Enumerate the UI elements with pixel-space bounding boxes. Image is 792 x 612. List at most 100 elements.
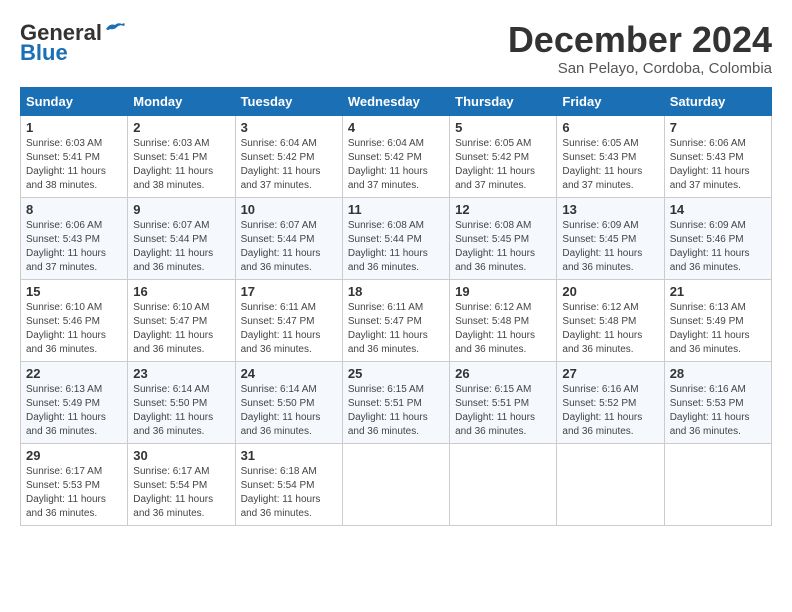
day-info: Sunrise: 6:18 AM Sunset: 5:54 PM Dayligh… [241,465,337,521]
day-number: 25 [348,366,444,381]
calendar-cell: 2 Sunrise: 6:03 AM Sunset: 5:41 PM Daylig… [128,115,235,197]
day-info: Sunrise: 6:11 AM Sunset: 5:47 PM Dayligh… [348,301,444,357]
calendar-table: Sunday Monday Tuesday Wednesday Thursday… [20,87,772,526]
day-number: 29 [26,448,122,463]
calendar-cell: 29 Sunrise: 6:17 AM Sunset: 5:53 PM Dayli… [21,443,128,525]
day-number: 1 [26,120,122,135]
calendar-cell [664,443,771,525]
calendar-cell: 12Sunrise: 6:08 AM Sunset: 5:45 PM Dayli… [450,197,557,279]
calendar-cell: 18 Sunrise: 6:11 AM Sunset: 5:47 PM Dayli… [342,279,449,361]
calendar-cell: 21 Sunrise: 6:13 AM Sunset: 5:49 PM Dayli… [664,279,771,361]
calendar-cell: 22 Sunrise: 6:13 AM Sunset: 5:49 PM Dayli… [21,361,128,443]
calendar-cell: 27 Sunrise: 6:16 AM Sunset: 5:52 PM Dayli… [557,361,664,443]
day-info: Sunrise: 6:04 AM Sunset: 5:42 PM Dayligh… [241,137,337,193]
day-number: 27 [562,366,658,381]
day-number: 19 [455,284,551,299]
calendar-cell: 7 Sunrise: 6:06 AM Sunset: 5:43 PM Daylig… [664,115,771,197]
day-info: Sunrise: 6:07 AM Sunset: 5:44 PM Dayligh… [241,219,337,275]
calendar-cell: 5Sunrise: 6:05 AM Sunset: 5:42 PM Daylig… [450,115,557,197]
day-info: Sunrise: 6:16 AM Sunset: 5:52 PM Dayligh… [562,383,658,439]
calendar-cell: 23 Sunrise: 6:14 AM Sunset: 5:50 PM Dayli… [128,361,235,443]
location-subtitle: San Pelayo, Cordoba, Colombia [508,60,772,77]
col-tuesday: Tuesday [235,87,342,115]
logo-blue-text: Blue [20,40,68,66]
calendar-cell: 3Sunrise: 6:04 AM Sunset: 5:42 PM Daylig… [235,115,342,197]
calendar-row: 15 Sunrise: 6:10 AM Sunset: 5:46 PM Dayli… [21,279,772,361]
day-info: Sunrise: 6:06 AM Sunset: 5:43 PM Dayligh… [26,219,122,275]
day-info: Sunrise: 6:10 AM Sunset: 5:47 PM Dayligh… [133,301,229,357]
day-info: Sunrise: 6:15 AM Sunset: 5:51 PM Dayligh… [348,383,444,439]
day-info: Sunrise: 6:09 AM Sunset: 5:45 PM Dayligh… [562,219,658,275]
col-friday: Friday [557,87,664,115]
day-info: Sunrise: 6:10 AM Sunset: 5:46 PM Dayligh… [26,301,122,357]
day-number: 22 [26,366,122,381]
logo: General Blue [20,20,126,66]
calendar-cell: 19 Sunrise: 6:12 AM Sunset: 5:48 PM Dayli… [450,279,557,361]
calendar-row: 1 Sunrise: 6:03 AM Sunset: 5:41 PM Daylig… [21,115,772,197]
calendar-cell: 15 Sunrise: 6:10 AM Sunset: 5:46 PM Dayli… [21,279,128,361]
col-wednesday: Wednesday [342,87,449,115]
day-info: Sunrise: 6:14 AM Sunset: 5:50 PM Dayligh… [133,383,229,439]
day-info: Sunrise: 6:17 AM Sunset: 5:54 PM Dayligh… [133,465,229,521]
day-info: Sunrise: 6:17 AM Sunset: 5:53 PM Dayligh… [26,465,122,521]
col-monday: Monday [128,87,235,115]
month-title: December 2024 [508,20,772,60]
day-info: Sunrise: 6:06 AM Sunset: 5:43 PM Dayligh… [670,137,766,193]
calendar-cell: 9 Sunrise: 6:07 AM Sunset: 5:44 PM Daylig… [128,197,235,279]
day-number: 8 [26,202,122,217]
day-info: Sunrise: 6:05 AM Sunset: 5:43 PM Dayligh… [562,137,658,193]
day-info: Sunrise: 6:09 AM Sunset: 5:46 PM Dayligh… [670,219,766,275]
col-thursday: Thursday [450,87,557,115]
day-number: 16 [133,284,229,299]
day-info: Sunrise: 6:07 AM Sunset: 5:44 PM Dayligh… [133,219,229,275]
day-number: 14 [670,202,766,217]
day-info: Sunrise: 6:14 AM Sunset: 5:50 PM Dayligh… [241,383,337,439]
day-info: Sunrise: 6:12 AM Sunset: 5:48 PM Dayligh… [562,301,658,357]
calendar-cell: 13 Sunrise: 6:09 AM Sunset: 5:45 PM Dayli… [557,197,664,279]
day-number: 20 [562,284,658,299]
day-number: 26 [455,366,551,381]
day-number: 28 [670,366,766,381]
calendar-cell: 25 Sunrise: 6:15 AM Sunset: 5:51 PM Dayli… [342,361,449,443]
day-number: 6 [562,120,658,135]
day-number: 9 [133,202,229,217]
calendar-cell: 11Sunrise: 6:08 AM Sunset: 5:44 PM Dayli… [342,197,449,279]
day-number: 4 [348,120,444,135]
calendar-cell: 4 Sunrise: 6:04 AM Sunset: 5:42 PM Daylig… [342,115,449,197]
day-number: 17 [241,284,337,299]
calendar-row: 22 Sunrise: 6:13 AM Sunset: 5:49 PM Dayli… [21,361,772,443]
page-header: General Blue December 2024 San Pelayo, C… [20,20,772,77]
day-info: Sunrise: 6:15 AM Sunset: 5:51 PM Dayligh… [455,383,551,439]
day-number: 2 [133,120,229,135]
day-number: 31 [241,448,337,463]
day-info: Sunrise: 6:11 AM Sunset: 5:47 PM Dayligh… [241,301,337,357]
day-number: 23 [133,366,229,381]
calendar-cell: 17 Sunrise: 6:11 AM Sunset: 5:47 PM Dayli… [235,279,342,361]
calendar-cell: 6 Sunrise: 6:05 AM Sunset: 5:43 PM Daylig… [557,115,664,197]
calendar-header-row: Sunday Monday Tuesday Wednesday Thursday… [21,87,772,115]
day-info: Sunrise: 6:08 AM Sunset: 5:44 PM Dayligh… [348,219,444,275]
calendar-cell: 1Sunrise: 6:03 AM Sunset: 5:41 PM Daylig… [21,115,128,197]
calendar-cell: 8 Sunrise: 6:06 AM Sunset: 5:43 PM Daylig… [21,197,128,279]
day-info: Sunrise: 6:13 AM Sunset: 5:49 PM Dayligh… [26,383,122,439]
day-number: 7 [670,120,766,135]
day-info: Sunrise: 6:08 AM Sunset: 5:45 PM Dayligh… [455,219,551,275]
day-info: Sunrise: 6:04 AM Sunset: 5:42 PM Dayligh… [348,137,444,193]
day-number: 5 [455,120,551,135]
day-number: 18 [348,284,444,299]
logo-bird-icon [104,21,126,37]
calendar-cell: 10Sunrise: 6:07 AM Sunset: 5:44 PM Dayli… [235,197,342,279]
day-info: Sunrise: 6:03 AM Sunset: 5:41 PM Dayligh… [133,137,229,193]
calendar-cell [342,443,449,525]
col-sunday: Sunday [21,87,128,115]
col-saturday: Saturday [664,87,771,115]
day-info: Sunrise: 6:13 AM Sunset: 5:49 PM Dayligh… [670,301,766,357]
day-info: Sunrise: 6:12 AM Sunset: 5:48 PM Dayligh… [455,301,551,357]
day-number: 13 [562,202,658,217]
calendar-cell: 31 Sunrise: 6:18 AM Sunset: 5:54 PM Dayli… [235,443,342,525]
calendar-cell: 20 Sunrise: 6:12 AM Sunset: 5:48 PM Dayli… [557,279,664,361]
day-number: 15 [26,284,122,299]
day-number: 21 [670,284,766,299]
calendar-row: 29 Sunrise: 6:17 AM Sunset: 5:53 PM Dayli… [21,443,772,525]
day-number: 30 [133,448,229,463]
